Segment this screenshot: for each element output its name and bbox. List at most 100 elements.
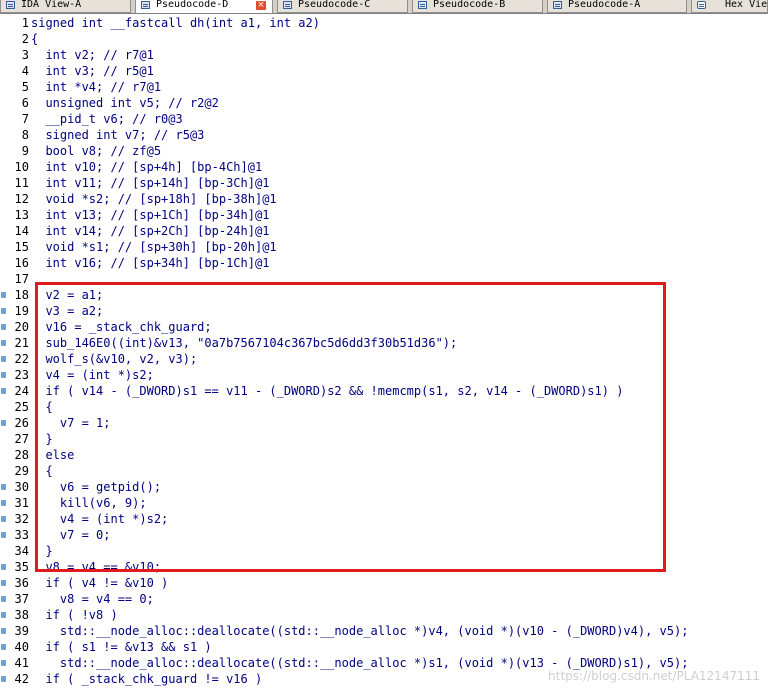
- tab-label: Pseudocode-B: [433, 0, 506, 10]
- code-line[interactable]: v8 = v4 == 0;: [31, 591, 154, 607]
- tab-ida-view-a[interactable]: IDA View-A: [0, 0, 131, 13]
- tab-label: Pseudocode-A: [568, 0, 641, 10]
- highlight-box: [35, 282, 666, 572]
- breakpoint-marker-icon[interactable]: [1, 564, 6, 570]
- line-number: 9: [21, 144, 29, 158]
- line-number: 3: [21, 48, 29, 62]
- line-number: 14: [14, 224, 29, 238]
- line-number: 41: [14, 656, 29, 670]
- line-number: 30: [14, 480, 29, 494]
- code-line[interactable]: void *s2; // [sp+18h] [bp-38h]@1: [31, 191, 276, 207]
- line-number: 10: [14, 160, 29, 174]
- line-number: 26: [14, 416, 29, 430]
- line-number: 4: [21, 64, 29, 78]
- code-line[interactable]: signed int v7; // r5@3: [31, 127, 204, 143]
- code-line[interactable]: unsigned int v5; // r2@2: [31, 95, 218, 111]
- close-icon[interactable]: ×: [256, 1, 266, 10]
- tab-pseudocode-b[interactable]: Pseudocode-B: [412, 0, 543, 13]
- code-line[interactable]: int v2; // r7@1: [31, 47, 153, 63]
- tab-pseudocode-d[interactable]: Pseudocode-D ×: [135, 0, 273, 13]
- line-number: 20: [14, 320, 29, 334]
- line-number: 17: [14, 272, 29, 286]
- breakpoint-marker-icon[interactable]: [1, 676, 6, 682]
- breakpoint-marker-icon[interactable]: [1, 500, 6, 506]
- line-number: 18: [14, 288, 29, 302]
- breakpoint-marker-icon[interactable]: [1, 644, 6, 650]
- line-number: 6: [21, 96, 29, 110]
- code-line[interactable]: if ( v4 != &v10 ): [31, 575, 168, 591]
- line-number: 1: [21, 16, 29, 30]
- line-number: 34: [14, 544, 29, 558]
- line-number: 27: [14, 432, 29, 446]
- code-line[interactable]: int v14; // [sp+2Ch] [bp-24h]@1: [31, 223, 269, 239]
- breakpoint-marker-icon[interactable]: [1, 340, 6, 346]
- function-signature[interactable]: signed int __fastcall dh(int a1, int a2): [31, 15, 320, 31]
- line-number: 32: [14, 512, 29, 526]
- breakpoint-marker-icon[interactable]: [1, 596, 6, 602]
- code-line[interactable]: __pid_t v6; // r0@3: [31, 111, 182, 127]
- tab-hex-view[interactable]: Hex View: [691, 0, 768, 13]
- line-number: 23: [14, 368, 29, 382]
- breakpoint-marker-icon[interactable]: [1, 388, 6, 394]
- breakpoint-marker-icon[interactable]: [1, 580, 6, 586]
- line-number: 12: [14, 192, 29, 206]
- line-number: 25: [14, 400, 29, 414]
- code-line[interactable]: std::__node_alloc::deallocate((std::__no…: [31, 623, 689, 639]
- breakpoint-marker-icon[interactable]: [1, 308, 6, 314]
- code-line[interactable]: int v3; // r5@1: [31, 63, 153, 79]
- line-number: 19: [14, 304, 29, 318]
- line-number: 5: [21, 80, 29, 94]
- code-line[interactable]: if ( !v8 ): [31, 607, 117, 623]
- breakpoint-marker-icon[interactable]: [1, 420, 6, 426]
- line-number: 37: [14, 592, 29, 606]
- line-number: 7: [21, 112, 29, 126]
- line-number: 35: [14, 560, 29, 574]
- tab-label: Pseudocode-C: [298, 0, 371, 10]
- breakpoint-marker-icon[interactable]: [1, 516, 6, 522]
- line-number: 2: [21, 32, 29, 46]
- breakpoint-marker-icon[interactable]: [1, 612, 6, 618]
- line-number: 31: [14, 496, 29, 510]
- breakpoint-marker-icon[interactable]: [1, 324, 6, 330]
- pseudocode-icon: [418, 1, 427, 9]
- tab-label: IDA View-A: [21, 0, 82, 10]
- code-line[interactable]: int *v4; // r7@1: [31, 79, 161, 95]
- breakpoint-marker-icon[interactable]: [1, 372, 6, 378]
- line-number: 42: [14, 672, 29, 686]
- code-line[interactable]: if ( s1 != &v13 && s1 ): [31, 639, 211, 655]
- pseudocode-icon: [553, 1, 562, 9]
- hex-view-icon: [697, 1, 706, 9]
- line-number: 15: [14, 240, 29, 254]
- line-number: 28: [14, 448, 29, 462]
- code-line[interactable]: int v16; // [sp+34h] [bp-1Ch]@1: [31, 255, 269, 271]
- line-number: 8: [21, 128, 29, 142]
- breakpoint-marker-icon[interactable]: [1, 660, 6, 666]
- breakpoint-marker-icon[interactable]: [1, 532, 6, 538]
- code-line[interactable]: bool v8; // zf@5: [31, 143, 161, 159]
- line-number: 39: [14, 624, 29, 638]
- code-line[interactable]: void *s1; // [sp+30h] [bp-20h]@1: [31, 239, 276, 255]
- watermark: https://blog.csdn.net/PLA12147111: [548, 669, 760, 683]
- code-line[interactable]: int v10; // [sp+4h] [bp-4Ch]@1: [31, 159, 262, 175]
- line-number: 38: [14, 608, 29, 622]
- pseudocode-icon: [141, 1, 150, 9]
- code-line[interactable]: if ( _stack_chk_guard != v16 ): [31, 671, 262, 687]
- breakpoint-marker-icon[interactable]: [1, 292, 6, 298]
- line-number: 29: [14, 464, 29, 478]
- tab-pseudocode-a[interactable]: Pseudocode-A: [547, 0, 687, 13]
- code-line[interactable]: int v13; // [sp+1Ch] [bp-34h]@1: [31, 207, 269, 223]
- line-number: 36: [14, 576, 29, 590]
- line-number: 13: [14, 208, 29, 222]
- line-number: 33: [14, 528, 29, 542]
- breakpoint-marker-icon[interactable]: [1, 356, 6, 362]
- code-line[interactable]: {: [31, 31, 38, 47]
- code-line[interactable]: int v11; // [sp+14h] [bp-3Ch]@1: [31, 175, 269, 191]
- breakpoint-marker-icon[interactable]: [1, 484, 6, 490]
- tab-label: Hex View: [725, 0, 768, 10]
- breakpoint-marker-icon[interactable]: [1, 628, 6, 634]
- tab-pseudocode-c[interactable]: Pseudocode-C: [277, 0, 408, 13]
- line-number: 40: [14, 640, 29, 654]
- tab-bar: IDA View-A Pseudocode-D × Pseudocode-C P…: [0, 0, 768, 14]
- line-number: 11: [14, 176, 29, 190]
- ida-view-icon: [6, 1, 15, 9]
